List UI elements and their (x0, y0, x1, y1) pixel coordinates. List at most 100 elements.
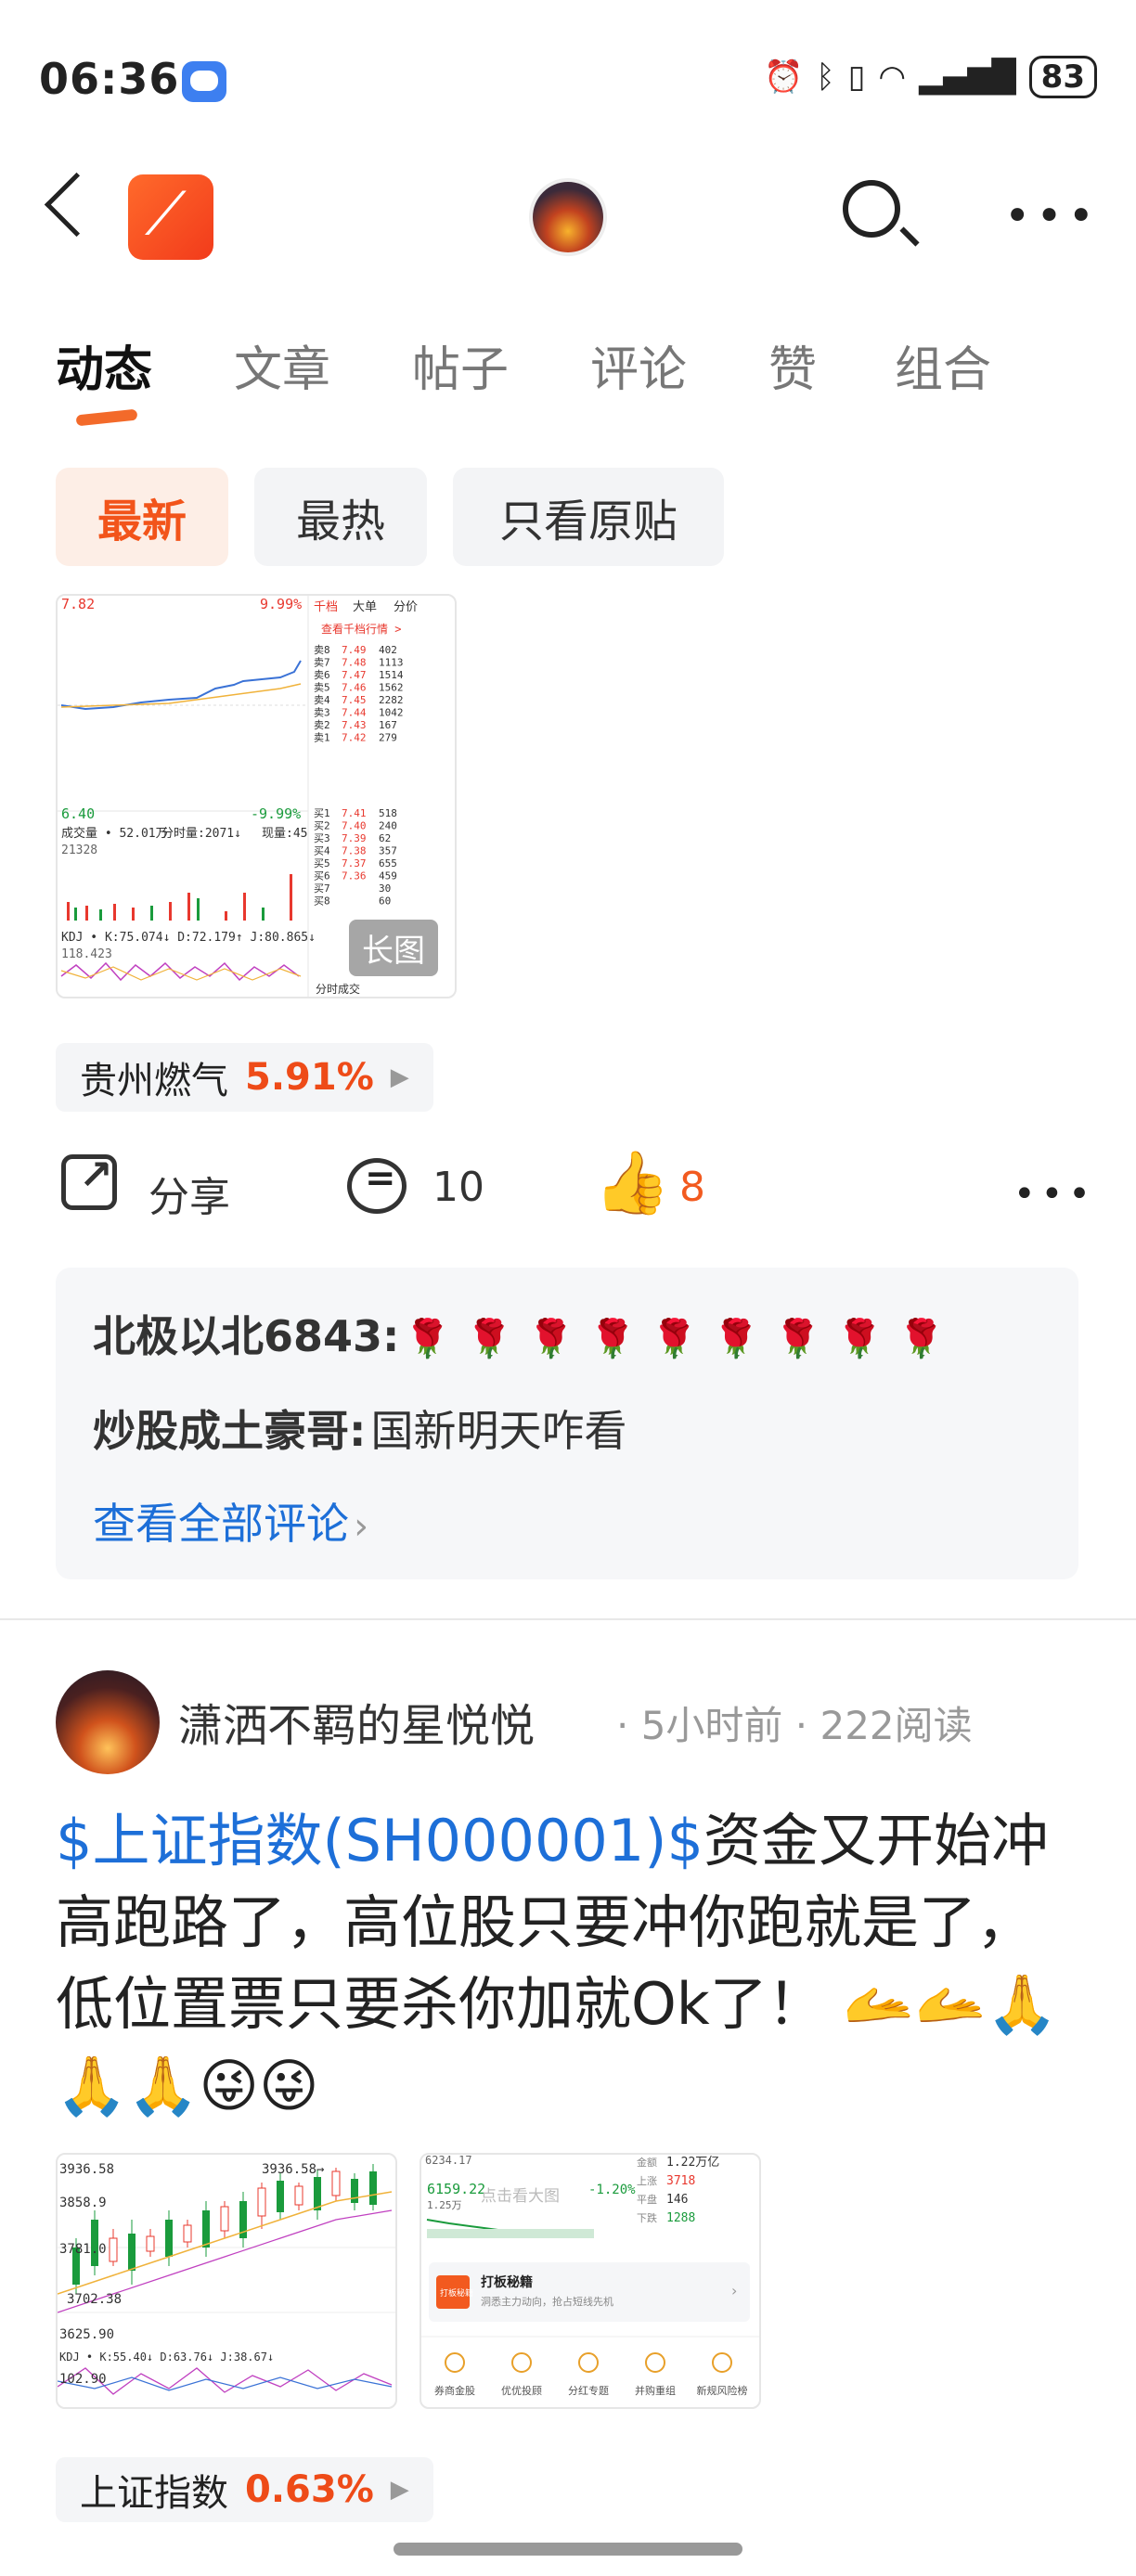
app-logo[interactable] (128, 174, 213, 260)
tab-pinglun[interactable]: 评论 (590, 330, 768, 400)
battery-icon: 83 (1028, 56, 1097, 98)
market-stat-value: 3718 (666, 2174, 695, 2188)
index-value: 6159.22 (427, 2181, 485, 2197)
profile-avatar[interactable] (533, 182, 603, 252)
share-button[interactable]: 分享 (148, 1164, 230, 1223)
market-stat-value: 146 (666, 2193, 688, 2207)
stock-tag[interactable]: 贵州燃气 5.91% ▶ (56, 1043, 433, 1112)
price-low-label: 6.40 (61, 805, 95, 822)
price-mid-label: 3858.9 (59, 2196, 107, 2210)
orderbook-sell-label: 卖5 (314, 682, 330, 694)
orderbook-sell-price: 7.49 (342, 644, 367, 656)
orderbook-sell-label: 卖3 (314, 707, 330, 719)
tab-zuhe[interactable]: 组合 (895, 330, 1073, 400)
thumbs-up-icon[interactable]: 👍 (594, 1147, 670, 1219)
view-all-comments-link[interactable]: 查看全部评论 › (93, 1490, 368, 1552)
pct-high-label: 9.99% (260, 596, 302, 612)
filter-original-only[interactable]: 只看原贴 (453, 468, 724, 566)
orderbook-buy-label: 买7 (314, 882, 330, 895)
menu-icon (712, 2352, 732, 2373)
orderbook-sell-label: 卖8 (314, 644, 330, 656)
post-more-icon[interactable]: ••• (1013, 1176, 1096, 1213)
promo-desc: 洞悉主力动向，抢占短线先机 (481, 2295, 613, 2308)
menu-icon (445, 2352, 465, 2373)
stock-tag[interactable]: 上证指数 0.63% ▶ (56, 2457, 433, 2522)
post-image-kline[interactable]: 3936.58 3858.9 3781.0 3702.38 3625.90 39… (56, 2153, 397, 2409)
chat-notification-icon (182, 61, 226, 102)
profile-tabs: 动态 文章 帖子 评论 赞 组合 (56, 330, 1073, 400)
menu-item-label: 券商金股 (434, 2384, 475, 2397)
depth-tab-qiandang: 千档 (314, 600, 338, 614)
view-large-overlay: 点击看大图 (481, 2187, 560, 2206)
comment-item[interactable]: 炒股成土豪哥: 国新明天咋看 (93, 1397, 627, 1459)
share-icon[interactable] (61, 1152, 117, 1210)
low-marker-label: 3702.38 (67, 2292, 122, 2307)
home-indicator[interactable] (394, 2543, 742, 2556)
user-name[interactable]: 潇洒不羁的星悦悦 (178, 1689, 535, 1754)
orderbook-sell-price: 7.43 (342, 719, 367, 731)
orderbook-buy-price: 7.41 (342, 807, 367, 819)
orderbook-buy-price: 7.38 (342, 845, 367, 857)
tab-dongtai[interactable]: 动态 (56, 330, 234, 400)
stock-tag-pct: 0.63% (245, 2468, 374, 2511)
back-icon[interactable] (44, 172, 110, 238)
tab-tiezi[interactable]: 帖子 (412, 330, 590, 400)
comment-icon[interactable] (347, 1157, 407, 1214)
index-volume: 1.25万 (427, 2199, 462, 2211)
volume-number: 21328 (61, 844, 97, 857)
price-low-label: 3625.90 (59, 2327, 114, 2342)
order-book: 卖8 7.49 402 卖7 7.48 1113 卖6 7.47 1514 卖5 7.46 1562 卖… (314, 644, 404, 908)
orderbook-sell-label: 卖2 (314, 719, 330, 731)
stock-link[interactable]: $上证指数(SH000001)$ (56, 1807, 704, 1874)
orderbook-buy-price: 7.36 (342, 870, 367, 882)
stock-tag-name: 贵州燃气 (80, 1060, 228, 1102)
active-tab-indicator (75, 408, 138, 427)
orderbook-sell-qty: 402 (379, 644, 397, 656)
orderbook-sell-qty: 1113 (379, 657, 404, 669)
high-marker-label: 3936.58→ (262, 2162, 324, 2177)
more-icon[interactable]: ••• (1004, 194, 1100, 238)
chevron-right-icon: ▶ (390, 1063, 409, 1091)
orderbook-buy-label: 买6 (314, 870, 330, 882)
post-body[interactable]: $上证指数(SH000001)$资金又开始冲高跑路了，高位股只要冲你跑就是了，低… (56, 1800, 1086, 2127)
search-icon[interactable] (843, 180, 900, 238)
wifi-icon: ◠ (878, 58, 907, 96)
tick-label: 分时成交 (316, 982, 360, 996)
market-stat-label: 金额 (637, 2156, 657, 2169)
filter-hot[interactable]: 最热 (254, 468, 427, 566)
orderbook-buy-label: 买5 (314, 857, 330, 869)
orderbook-buy-label: 买3 (314, 832, 330, 844)
orderbook-sell-label: 卖4 (314, 694, 330, 706)
tab-zan[interactable]: 赞 (768, 330, 895, 400)
orderbook-sell-price: 7.42 (342, 732, 367, 744)
index-pct: -1.20% (588, 2183, 636, 2197)
orderbook-buy-qty: 459 (379, 870, 397, 882)
comment-item[interactable]: 北极以北6843: 🌹 🌹 🌹 🌹 🌹 🌹 🌹 🌹 🌹 (93, 1303, 947, 1364)
post-image-market[interactable]: 6234.17 6159.22 1.25万 点击看大图 -1.20% 金额 1.2… (420, 2153, 761, 2409)
vibrate-icon: ▯ (847, 58, 866, 96)
orderbook-buy-qty: 518 (379, 807, 397, 819)
depth-tab-fenjia: 分价 (394, 600, 418, 614)
menu-item-label: 优优投顾 (501, 2384, 542, 2397)
tab-wenzhang[interactable]: 文章 (234, 330, 412, 400)
comment-count[interactable]: 10 (432, 1164, 484, 1211)
orderbook-buy-qty: 655 (379, 857, 397, 869)
user-avatar[interactable] (56, 1670, 160, 1774)
menu-icon (578, 2352, 599, 2373)
orderbook-sell-label: 卖6 (314, 669, 330, 681)
comment-user[interactable]: 炒股成土豪哥 (93, 1406, 349, 1456)
post-image-stock-chart[interactable]: 7.82 9.99% 6.40 -9.99% 成交量 • 52.01万 分时量:… (56, 594, 457, 998)
comment-preview-box: 北极以北6843: 🌹 🌹 🌹 🌹 🌹 🌹 🌹 🌹 🌹 炒股成土豪哥: 国新明天… (56, 1268, 1078, 1579)
orderbook-sell-price: 7.45 (342, 694, 367, 706)
post-meta: · 5小时前 · 222阅读 (616, 1703, 973, 1748)
promo-badge: 打板秘籍 (440, 2287, 473, 2299)
like-count[interactable]: 8 (679, 1164, 705, 1211)
market-stat-value: 1288 (666, 2211, 695, 2225)
filter-latest[interactable]: 最新 (56, 468, 228, 566)
menu-icon (645, 2352, 665, 2373)
orderbook-sell-qty: 1514 (379, 669, 404, 681)
comment-user[interactable]: 北极以北6843 (93, 1311, 382, 1361)
orderbook-buy-price: 7.39 (342, 832, 367, 844)
orderbook-buy-label: 买2 (314, 820, 330, 832)
orderbook-buy-price: 7.37 (342, 857, 367, 869)
